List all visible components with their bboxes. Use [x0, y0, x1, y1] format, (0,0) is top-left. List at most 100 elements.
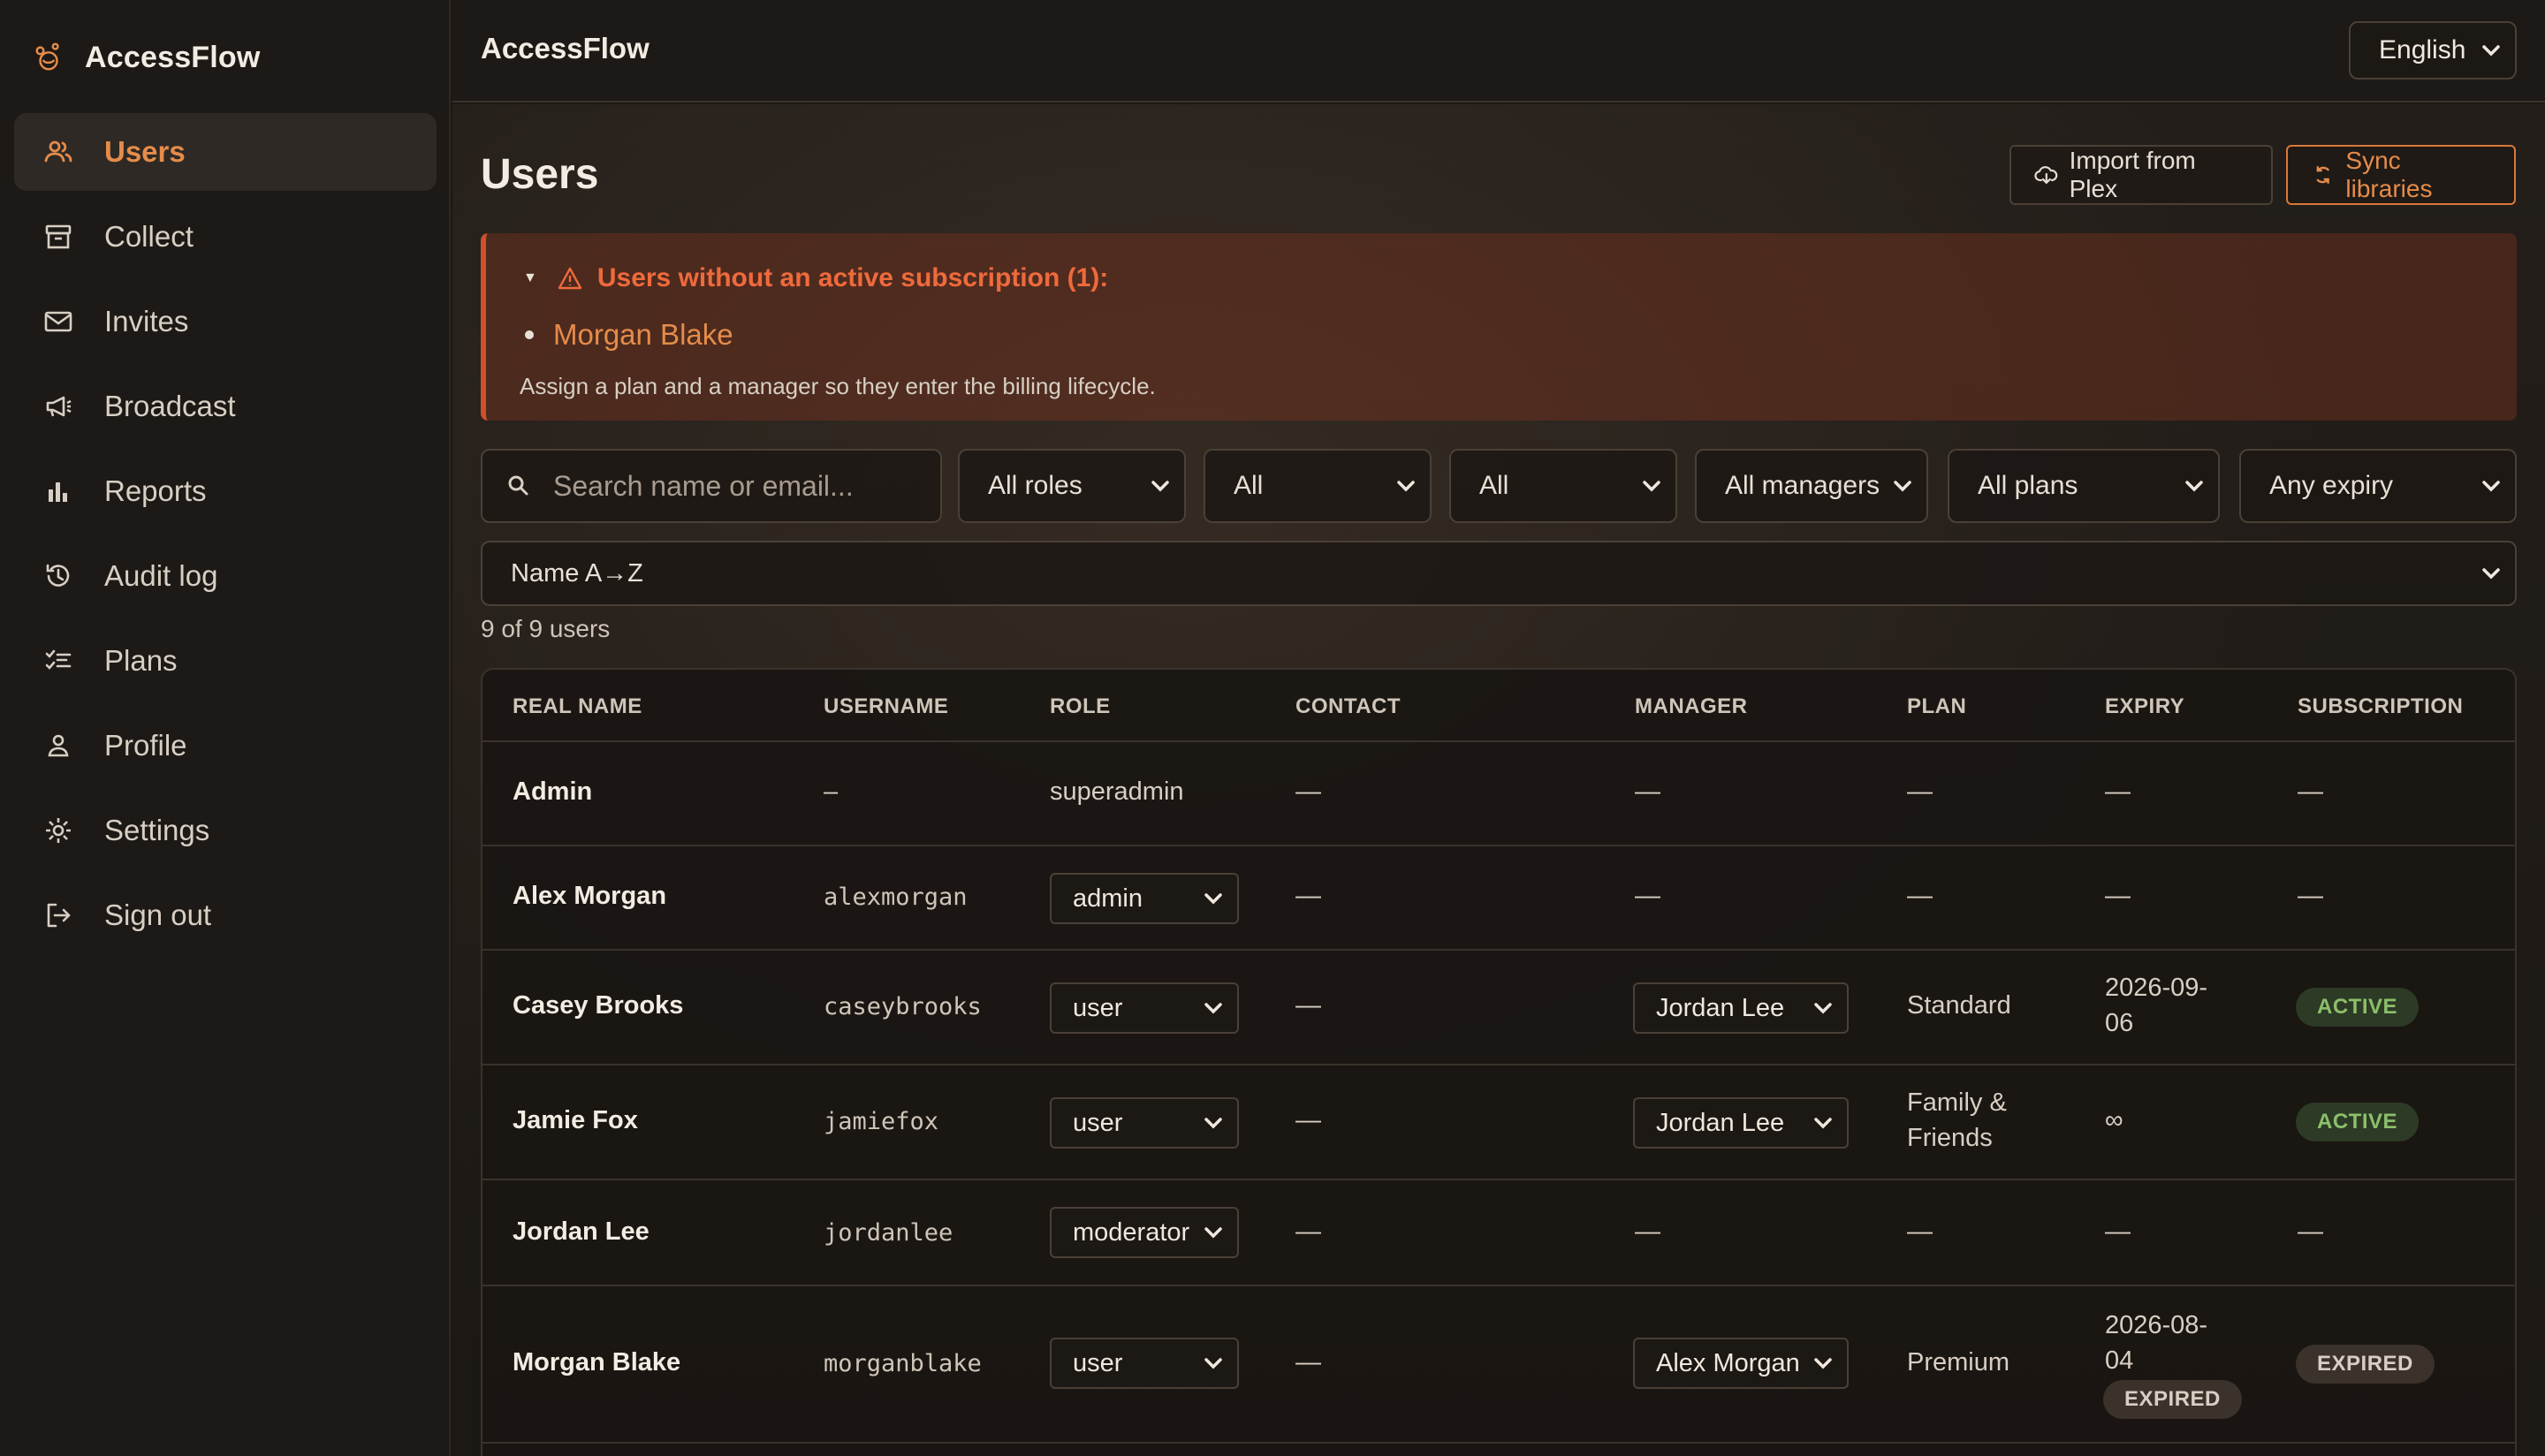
chevron-down-icon [1814, 1118, 1832, 1129]
sidebar-item-reports[interactable]: Reports [14, 452, 437, 530]
real-name[interactable]: Admin [513, 777, 592, 807]
alert-user-link[interactable]: Morgan Blake [553, 318, 733, 352]
sidebar-item-settings[interactable]: Settings [14, 792, 437, 869]
role-select[interactable]: user [1050, 1097, 1239, 1149]
sidebar-item-label: Audit log [104, 559, 218, 592]
manager: — [1635, 1217, 1660, 1246]
chevron-down-icon [2482, 45, 2500, 57]
checklist-icon [45, 649, 72, 670]
chevron-down-icon [1204, 1003, 1222, 1014]
manager-value: Alex Morgan [1656, 1348, 1800, 1377]
manager-select[interactable]: Jordan Lee [1633, 1097, 1849, 1149]
chevron-down-icon [1204, 1227, 1222, 1239]
sidebar-item-label: Users [104, 135, 186, 168]
chevron-down-icon [1814, 1003, 1832, 1014]
plan-line: Family & [1907, 1088, 2007, 1117]
main-content: Users Import from Plex Sync libraries ▼ … [452, 104, 2545, 1456]
column-header[interactable]: ROLE [1050, 694, 1111, 719]
brand[interactable]: AccessFlow [32, 37, 261, 78]
sidebar-item-label: Profile [104, 729, 187, 762]
manager-select[interactable]: Alex Morgan [1633, 1338, 1849, 1389]
role-select[interactable]: user [1050, 1338, 1239, 1389]
chevron-down-icon [1204, 1118, 1222, 1129]
sort-select[interactable]: Name A→Z [481, 541, 2517, 606]
column-header[interactable]: MANAGER [1635, 694, 1748, 719]
role-select[interactable]: moderator [1050, 1207, 1239, 1258]
expiry-line: 04 [2105, 1346, 2134, 1375]
sign-out-icon [47, 903, 71, 928]
status-filter-select[interactable]: All [1204, 449, 1432, 523]
alert-note: Assign a plan and a manager so they ente… [520, 373, 1156, 399]
sidebar-item-plans[interactable]: Plans [14, 622, 437, 700]
person-icon [48, 734, 69, 757]
contact: — [1295, 1217, 1321, 1246]
column-header[interactable]: REAL NAME [513, 694, 642, 719]
sidebar-item-users[interactable]: Users [14, 113, 437, 191]
plan-filter-select[interactable]: All plans [1948, 449, 2220, 523]
import-from-plex-button[interactable]: Import from Plex [2009, 145, 2273, 205]
table-row[interactable]: Jamie Fox jamiefox user — Jordan Lee Fam… [482, 1065, 2515, 1180]
username: caseybrooks [824, 993, 982, 1020]
search-icon [508, 475, 528, 496]
sidebar-item-label: Settings [104, 814, 210, 846]
sidebar-item-sign-out[interactable]: Sign out [14, 876, 437, 954]
manager-value: Jordan Lee [1656, 993, 1785, 1022]
role-select[interactable]: user [1050, 982, 1239, 1034]
alert-list-item[interactable]: Morgan Blake [525, 318, 733, 352]
real-name[interactable]: Casey Brooks [513, 991, 683, 1020]
chevron-down-icon [1151, 481, 1169, 492]
real-name[interactable]: Morgan Blake [513, 1348, 680, 1377]
subscription-badge: EXPIRED [2296, 1345, 2435, 1384]
sync-libraries-button[interactable]: Sync libraries [2286, 145, 2516, 205]
table-row[interactable]: Admin – superadmin — — — — — [482, 742, 2515, 846]
contact: — [1295, 1348, 1321, 1376]
search-placeholder: Search name or email... [553, 469, 854, 502]
manager-filter-select[interactable]: All managers [1695, 449, 1928, 523]
column-header[interactable]: USERNAME [824, 694, 948, 719]
table-row[interactable]: Alex Morgan alexmorgan admin — — — — — [482, 846, 2515, 951]
column-header[interactable]: CONTACT [1295, 694, 1401, 719]
expiry-badge: EXPIRED [2103, 1380, 2242, 1419]
role-filter-select[interactable]: All roles [958, 449, 1186, 523]
users-table: REAL NAME USERNAME ROLE CONTACT MANAGER … [481, 668, 2517, 1456]
contact: — [1295, 991, 1321, 1020]
sidebar-item-invites[interactable]: Invites [14, 283, 437, 360]
real-name[interactable]: Alex Morgan [513, 882, 666, 911]
sidebar-item-audit-log[interactable]: Audit log [14, 537, 437, 615]
inactive-subscription-alert: ▼ Users without an active subscription (… [481, 233, 2517, 421]
type-filter-select[interactable]: All [1449, 449, 1677, 523]
language-value: English [2379, 35, 2466, 64]
real-name[interactable]: Jamie Fox [513, 1106, 638, 1135]
table-row[interactable]: Morgan Blake morganblake user — Alex Mor… [482, 1286, 2515, 1444]
username: jamiefox [824, 1108, 939, 1135]
contact: — [1295, 777, 1321, 806]
language-select[interactable]: English [2349, 21, 2517, 80]
sidebar-item-collect[interactable]: Collect [14, 198, 437, 276]
sidebar-item-profile[interactable]: Profile [14, 707, 437, 785]
search-input[interactable]: Search name or email... [481, 449, 942, 523]
manager: — [1635, 882, 1660, 910]
sidebar: AccessFlow Users Collect Invites Broadca… [0, 0, 451, 1456]
column-header[interactable]: SUBSCRIPTION [2298, 694, 2463, 719]
top-bar: AccessFlow English [452, 0, 2545, 102]
expiry-filter-select[interactable]: Any expiry [2239, 449, 2517, 523]
sidebar-item-label: Sign out [104, 899, 212, 931]
chevron-down-icon [1204, 1358, 1222, 1369]
plan: Standard [1907, 991, 2011, 1020]
role-select[interactable]: admin [1050, 873, 1239, 924]
real-name[interactable]: Jordan Lee [513, 1217, 650, 1247]
column-header[interactable]: EXPIRY [2105, 694, 2184, 719]
manager-select[interactable]: Jordan Lee [1633, 982, 1849, 1034]
megaphone-icon [46, 396, 72, 417]
table-row[interactable]: Jordan Lee jordanlee moderator — — — — — [482, 1180, 2515, 1286]
table-row[interactable]: Casey Brooks caseybrooks user — Jordan L… [482, 951, 2515, 1065]
sidebar-item-broadcast[interactable]: Broadcast [14, 368, 437, 445]
contact: — [1295, 1106, 1321, 1134]
sidebar-item-label: Reports [104, 474, 207, 507]
subscription: — [2298, 777, 2323, 806]
sidebar-item-label: Invites [104, 305, 189, 337]
expiry-line: 2026-09- [2105, 974, 2208, 1002]
role-value: moderator [1073, 1217, 1190, 1247]
alert-summary[interactable]: ▼ Users without an active subscription (… [523, 263, 1108, 293]
column-header[interactable]: PLAN [1907, 694, 1966, 719]
